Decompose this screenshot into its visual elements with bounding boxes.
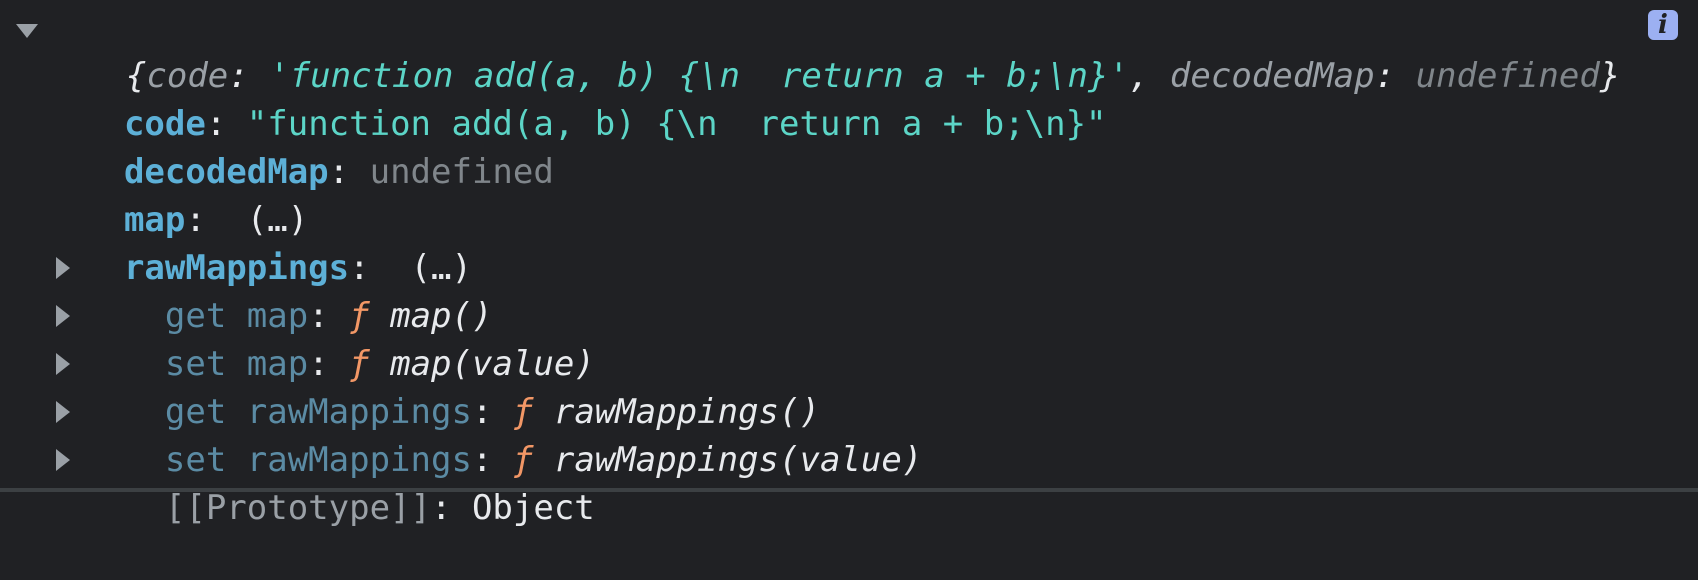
property-row-code: code: "function add(a, b) {\n return a +…: [83, 52, 1107, 144]
property-row-rawmappings: rawMappings: (…): [83, 196, 472, 288]
expand-triangle-icon[interactable]: [56, 401, 70, 423]
property-row-map: map: (…): [83, 148, 308, 240]
expand-triangle-icon[interactable]: [56, 305, 70, 327]
accessor-row-get-rawmappings[interactable]: get rawMappings: ƒ rawMappings(): [0, 340, 900, 432]
close-brace: }: [1599, 56, 1621, 96]
property-value: undefined: [369, 152, 554, 192]
property-row-decodedmap: decodedMap: undefined: [83, 100, 554, 192]
expand-triangle-icon[interactable]: [56, 353, 70, 375]
info-icon[interactable]: i: [1648, 10, 1678, 40]
summary-comma: ,: [1128, 56, 1170, 96]
summary-key-decodedmap: decodedMap: [1169, 56, 1375, 96]
accessor-row-set-rawmappings[interactable]: set rawMappings: ƒ rawMappings(value): [0, 388, 922, 480]
prototype-separator: :: [431, 488, 472, 528]
object-summary-row[interactable]: {code: 'function add(a, b) {\n return a …: [0, 4, 1620, 96]
prototype-value: Object: [471, 488, 595, 528]
accessor-row-set-map[interactable]: set map: ƒ map(value): [0, 292, 900, 384]
expand-triangle-icon[interactable]: [16, 24, 38, 38]
expand-triangle-icon[interactable]: [56, 257, 70, 279]
accessor-row-get-map[interactable]: get map: ƒ map(): [0, 244, 900, 336]
expand-triangle-icon[interactable]: [56, 449, 70, 471]
prototype-label: [[Prototype]]: [164, 488, 431, 528]
property-separator: :: [328, 152, 370, 192]
summary-decodedmap-value: undefined: [1415, 56, 1600, 96]
bottom-divider: [0, 488, 1698, 492]
prototype-row[interactable]: [[Prototype]]: Object: [0, 436, 600, 528]
summary-colon-2: :: [1374, 56, 1416, 96]
